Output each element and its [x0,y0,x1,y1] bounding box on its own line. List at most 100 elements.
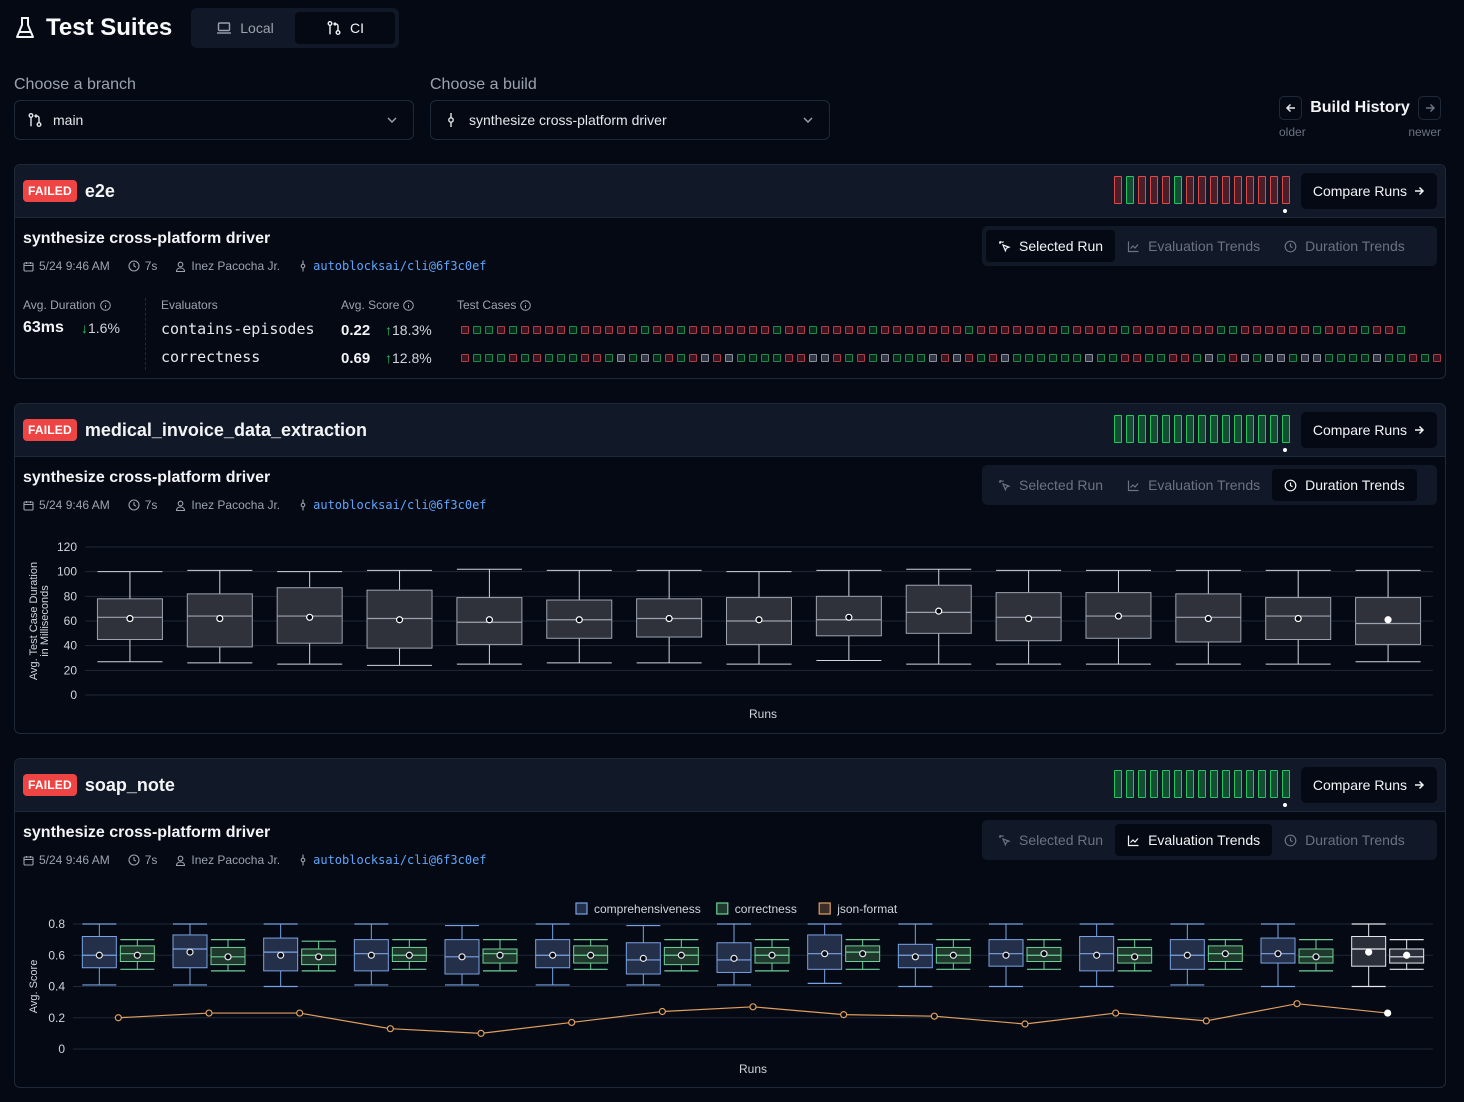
run-history-bar[interactable] [1282,415,1290,452]
run-history-bar[interactable] [1150,176,1158,204]
test-case-square[interactable] [881,354,889,362]
test-case-square[interactable] [1097,354,1105,362]
test-case-square[interactable] [497,326,505,334]
test-case-square[interactable] [485,354,493,362]
run-history-bar[interactable] [1222,176,1230,204]
test-case-square[interactable] [1013,354,1021,362]
tab-evaluation-trends[interactable]: Evaluation Trends [1115,469,1272,501]
test-case-square[interactable] [857,326,865,334]
test-case-square[interactable] [1265,354,1273,362]
run-history-bar[interactable] [1270,176,1278,204]
test-case-square[interactable] [1313,354,1321,362]
test-case-square[interactable] [1037,354,1045,362]
run-history-bar[interactable] [1234,770,1242,798]
run-history-bar[interactable] [1174,415,1182,443]
compare-runs-button[interactable]: Compare Runs [1300,412,1437,448]
test-case-square[interactable] [1349,326,1357,334]
info-icon[interactable] [520,299,532,311]
test-case-square[interactable] [965,326,973,334]
run-history-bar[interactable] [1114,176,1122,204]
test-case-square[interactable] [473,326,481,334]
test-case-square[interactable] [1409,354,1417,362]
test-case-square[interactable] [737,326,745,334]
run-history-bar[interactable] [1258,415,1266,443]
test-case-square[interactable] [857,354,865,362]
test-case-square[interactable] [1229,354,1237,362]
test-case-square[interactable] [677,354,685,362]
test-case-square[interactable] [1313,326,1321,334]
run-history-bar[interactable] [1186,415,1194,443]
test-case-square[interactable] [1205,326,1213,334]
run-history-bar[interactable] [1138,770,1146,798]
test-case-square[interactable] [701,326,709,334]
test-case-square[interactable] [761,354,769,362]
test-case-square[interactable] [461,326,469,334]
test-case-square[interactable] [1061,326,1069,334]
test-case-square[interactable] [1157,326,1165,334]
test-case-square[interactable] [545,326,553,334]
test-case-square[interactable] [773,326,781,334]
test-case-square[interactable] [509,326,517,334]
test-case-square[interactable] [1217,326,1225,334]
test-case-square[interactable] [1241,326,1249,334]
test-case-square[interactable] [1385,354,1393,362]
test-case-square[interactable] [749,354,757,362]
test-case-square[interactable] [929,326,937,334]
test-case-square[interactable] [809,354,817,362]
test-case-square[interactable] [953,326,961,334]
test-case-square[interactable] [1289,354,1297,362]
test-case-square[interactable] [1229,326,1237,334]
test-case-square[interactable] [1421,354,1429,362]
test-case-square[interactable] [713,326,721,334]
test-case-square[interactable] [1109,326,1117,334]
test-case-square[interactable] [521,354,529,362]
test-case-square[interactable] [545,354,553,362]
test-case-square[interactable] [1181,354,1189,362]
test-case-square[interactable] [653,354,661,362]
test-case-square[interactable] [833,354,841,362]
test-case-square[interactable] [821,326,829,334]
test-case-square[interactable] [1277,354,1285,362]
test-case-square[interactable] [785,326,793,334]
test-case-square[interactable] [569,326,577,334]
test-case-square[interactable] [713,354,721,362]
test-case-square[interactable] [1169,354,1177,362]
test-case-square[interactable] [1301,354,1309,362]
test-case-square[interactable] [1133,326,1141,334]
test-case-square[interactable] [737,354,745,362]
test-case-square[interactable] [1277,326,1285,334]
test-case-square[interactable] [701,354,709,362]
test-case-square[interactable] [797,354,805,362]
test-case-square[interactable] [1121,354,1129,362]
test-case-square[interactable] [917,354,925,362]
run-history-bar[interactable] [1174,770,1182,798]
test-case-square[interactable] [1145,354,1153,362]
run-history-bar[interactable] [1246,415,1254,443]
newer-build-button[interactable] [1418,96,1441,120]
test-case-square[interactable] [941,354,949,362]
test-case-square[interactable] [1349,354,1357,362]
test-case-square[interactable] [1001,354,1009,362]
test-case-square[interactable] [917,326,925,334]
test-case-square[interactable] [533,326,541,334]
test-case-square[interactable] [605,354,613,362]
commit-link[interactable]: autoblocksai/cli@6f3c0ef [313,259,486,273]
run-history-bar[interactable] [1162,176,1170,204]
test-case-square[interactable] [725,354,733,362]
test-case-square[interactable] [1265,326,1273,334]
test-case-square[interactable] [581,354,589,362]
test-case-square[interactable] [1109,354,1117,362]
test-case-square[interactable] [1169,326,1177,334]
run-history-bar[interactable] [1270,770,1278,798]
test-case-square[interactable] [1025,326,1033,334]
test-case-square[interactable] [629,354,637,362]
commit-link[interactable]: autoblocksai/cli@6f3c0ef [313,498,486,512]
branch-select[interactable]: main [14,100,414,140]
test-case-square[interactable] [725,326,733,334]
run-history-bar[interactable] [1270,415,1278,443]
mode-local-button[interactable]: Local [195,12,295,44]
run-history-bar[interactable] [1126,176,1134,204]
test-case-square[interactable] [905,354,913,362]
test-case-square[interactable] [677,326,685,334]
run-history-bar[interactable] [1282,176,1290,213]
